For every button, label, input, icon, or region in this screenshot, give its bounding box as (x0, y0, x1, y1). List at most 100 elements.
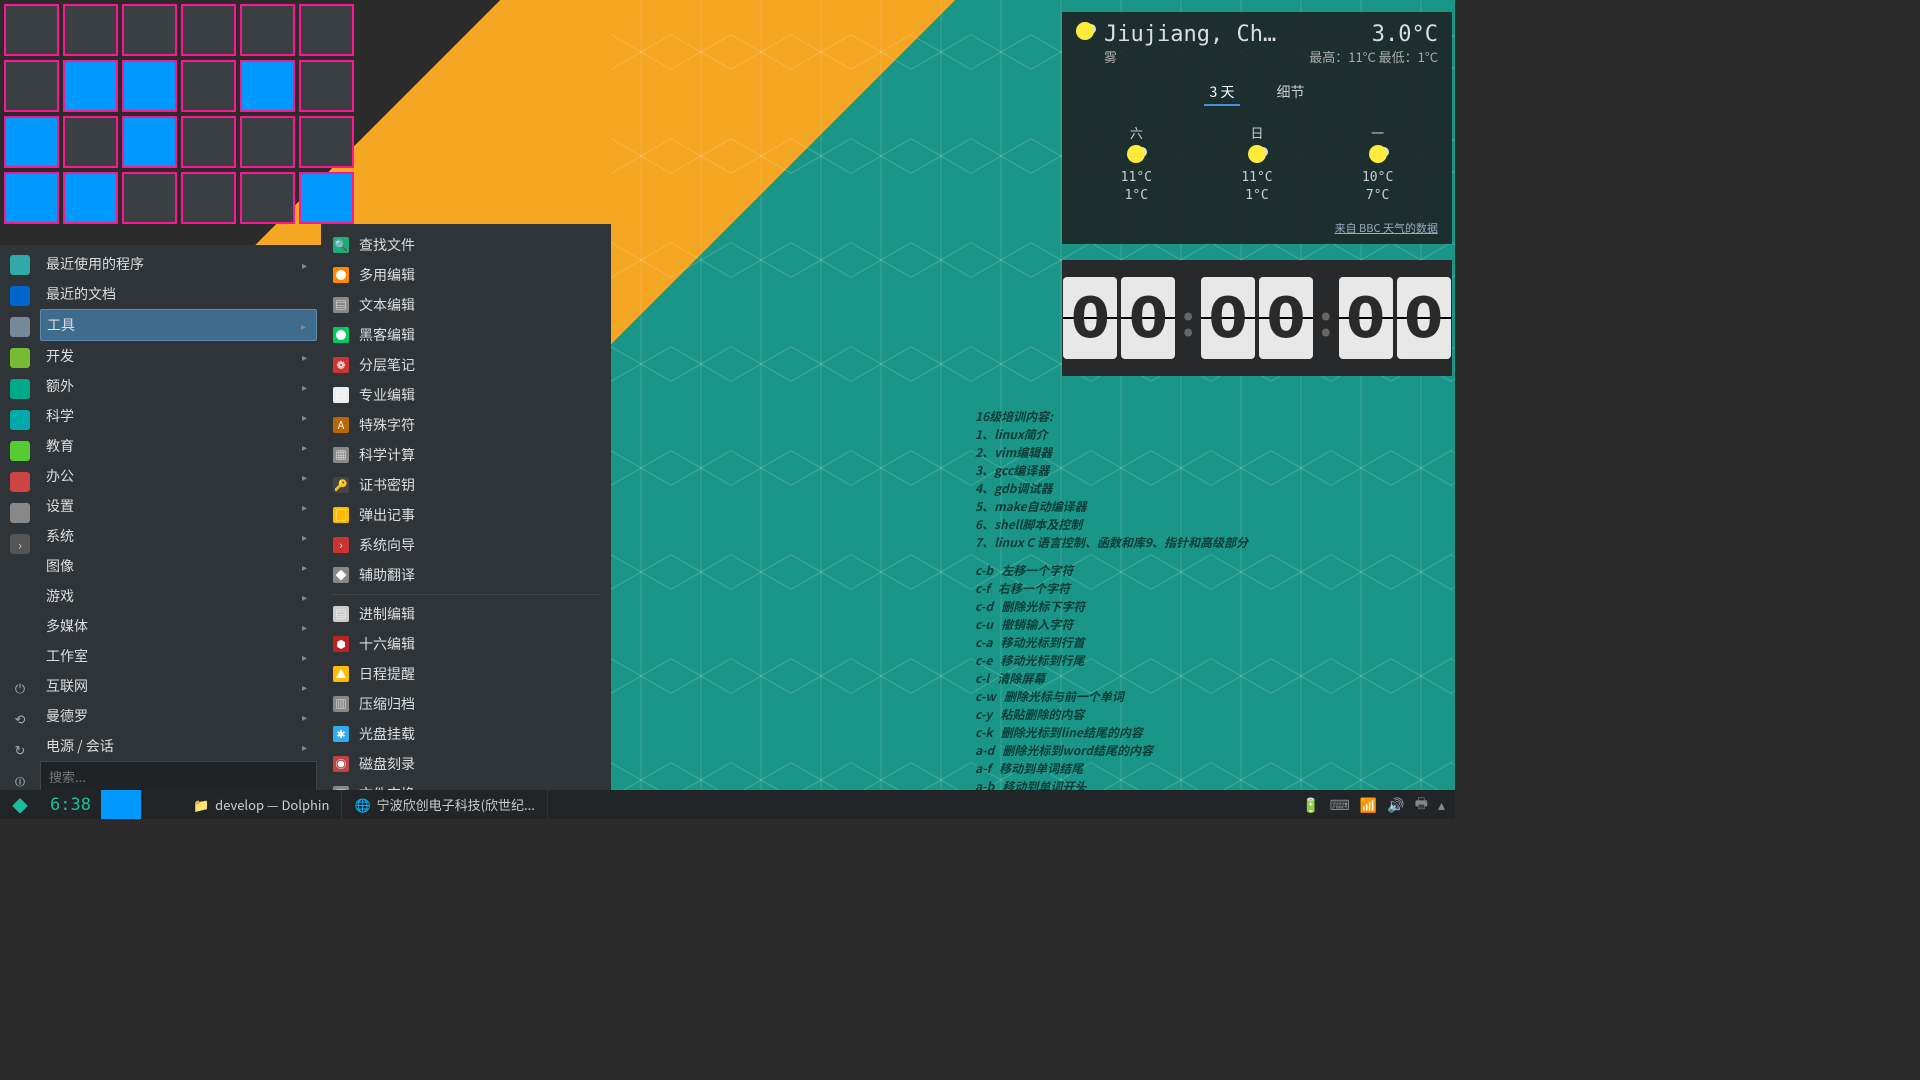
menu-item[interactable]: 系统▸ (40, 521, 317, 551)
submenu-item[interactable]: A特殊字符 (321, 410, 611, 440)
submenu-item[interactable]: ▦科学计算 (321, 440, 611, 470)
pager-cell[interactable] (181, 4, 236, 56)
submenu-item[interactable]: ▲日程提醒 (321, 659, 611, 689)
menu-item[interactable]: 电源 / 会话▸ (40, 731, 317, 761)
menu-item[interactable]: 科学▸ (40, 401, 317, 431)
clock-digit: 0 (1259, 277, 1313, 359)
shutdown-icon[interactable]: ⏼ (10, 770, 30, 790)
taskbar-task-browser[interactable]: 🌐 宁波欣创电子科技(欣世纪... (342, 790, 547, 819)
submenu-item[interactable]: ›系统向导 (321, 530, 611, 560)
submenu-item[interactable]: 🔍查找文件 (321, 230, 611, 260)
app-icon[interactable] (10, 379, 30, 399)
taskbar-clock[interactable]: 6:38 (40, 795, 101, 815)
weather-source-link[interactable]: 来自 BBC 天气的数据 (1335, 220, 1438, 236)
menu-favorites-sidebar: › ⏻ ⟲ ↻ ⏼ (0, 245, 40, 790)
tab-details[interactable]: 细节 (1270, 80, 1310, 106)
submenu-item[interactable]: ▤专业编辑 (321, 380, 611, 410)
files-icon[interactable] (10, 286, 30, 306)
weather-current-temp: 3.0°C (1309, 22, 1438, 47)
menu-item[interactable]: 多媒体▸ (40, 611, 317, 641)
pager-cell[interactable] (122, 116, 177, 168)
pager-cell[interactable] (299, 172, 354, 224)
volume-icon[interactable]: 🔊 (1387, 795, 1404, 815)
clock-widget[interactable]: 0 0 : 0 0 : 0 0 (1062, 260, 1452, 376)
menu-item[interactable]: 最近使用的程序▸ (40, 249, 317, 279)
menu-item[interactable]: 额外▸ (40, 371, 317, 401)
weather-widget[interactable]: Jiujiang, Ch… 雾 3.0°C 最高：11°C 最低：1°C 3 天… (1062, 12, 1452, 244)
terminal-icon[interactable] (10, 503, 30, 523)
tab-3day[interactable]: 3 天 (1204, 80, 1241, 106)
pager-cell[interactable] (122, 172, 177, 224)
menu-item[interactable]: 互联网▸ (40, 671, 317, 701)
pager-cell[interactable] (63, 4, 118, 56)
pager-cell[interactable] (122, 4, 177, 56)
menu-launcher[interactable]: ◆ (0, 790, 40, 819)
atom-icon[interactable] (10, 441, 30, 461)
pager-cell[interactable] (181, 60, 236, 112)
app-icon[interactable] (10, 472, 30, 492)
vbox-icon[interactable] (10, 317, 30, 337)
android-studio-icon[interactable] (10, 348, 30, 368)
submenu-item[interactable]: ●多用编辑 (321, 260, 611, 290)
menu-item[interactable]: 最近的文档 (40, 279, 317, 309)
pager-cell[interactable] (4, 172, 59, 224)
submenu-item[interactable]: ▥压缩归档 (321, 689, 611, 719)
logout-icon[interactable]: ↻ (10, 739, 30, 759)
search-input[interactable] (40, 761, 317, 792)
pager-cell[interactable] (4, 60, 59, 112)
pager-cell[interactable] (4, 4, 59, 56)
pager-cell[interactable] (63, 60, 118, 112)
menu-item[interactable]: 工作室▸ (40, 641, 317, 671)
desktop-notes: 16级培训内容:1、linux简介2、vim编辑器3、gcc编译器4、gdb调试… (975, 408, 1295, 796)
submenu-item[interactable]: 🔑证书密钥 (321, 470, 611, 500)
clock-digit: 0 (1063, 277, 1117, 359)
pager-cell[interactable] (240, 4, 295, 56)
menu-item[interactable]: 教育▸ (40, 431, 317, 461)
restart-icon[interactable]: ⟲ (10, 708, 30, 728)
battery-icon[interactable]: 🔋 (1302, 795, 1319, 815)
submenu-item[interactable]: ◉磁盘刻录 (321, 749, 611, 779)
pager-cell[interactable] (240, 172, 295, 224)
app-icon[interactable] (10, 255, 30, 275)
pager-cell[interactable] (63, 172, 118, 224)
submenu-item[interactable]: ▤进制编辑 (321, 599, 611, 629)
submenu-item[interactable]: ●黑客编辑 (321, 320, 611, 350)
pager-cell[interactable] (63, 116, 118, 168)
pager-cell[interactable] (299, 60, 354, 112)
submenu-item[interactable]: ▤文本编辑 (321, 290, 611, 320)
submenu-item[interactable]: ◆辅助翻译 (321, 560, 611, 590)
keyboard-icon[interactable]: ⌨ (1330, 795, 1350, 815)
pager-cell[interactable] (299, 116, 354, 168)
menu-item[interactable]: 图像▸ (40, 551, 317, 581)
tray-expand-icon[interactable]: ▴ (1438, 795, 1445, 815)
weather-location: Jiujiang, Ch… (1104, 22, 1299, 47)
lock-icon[interactable]: ⏻ (10, 677, 30, 697)
submenu-item[interactable]: ⬢十六编辑 (321, 629, 611, 659)
pager-cell[interactable] (181, 116, 236, 168)
menu-item[interactable]: 开发▸ (40, 341, 317, 371)
menu-item[interactable]: 曼德罗▸ (40, 701, 317, 731)
pager-cell[interactable] (240, 60, 295, 112)
pager-cell[interactable] (299, 4, 354, 56)
pager-cell[interactable] (4, 116, 59, 168)
pager-cell[interactable] (122, 60, 177, 112)
show-desktop[interactable] (101, 790, 141, 819)
menu-search (40, 761, 317, 792)
more-icon[interactable]: › (10, 534, 30, 554)
submenu-item[interactable]: ❁分层笔记 (321, 350, 611, 380)
menu-item[interactable]: 设置▸ (40, 491, 317, 521)
taskbar-task-dolphin[interactable]: 📁 develop — Dolphin (181, 790, 342, 819)
forecast-day: 日11°C1°C (1241, 120, 1272, 206)
virtual-desktop-pager[interactable] (4, 4, 354, 224)
pager-cell[interactable] (181, 172, 236, 224)
menu-item[interactable]: 工具▸ (40, 309, 317, 341)
submenu-item[interactable]: ✱光盘挂载 (321, 719, 611, 749)
menu-item[interactable]: 办公▸ (40, 461, 317, 491)
arduino-icon[interactable] (10, 410, 30, 430)
network-icon[interactable]: 📶 (1360, 795, 1377, 815)
menu-item[interactable]: 游戏▸ (40, 581, 317, 611)
printer-icon[interactable]: 🖶 (1415, 793, 1428, 817)
pager-cell[interactable] (240, 116, 295, 168)
clock-colon: : (1317, 288, 1335, 349)
submenu-item[interactable]: ▢弹出记事 (321, 500, 611, 530)
